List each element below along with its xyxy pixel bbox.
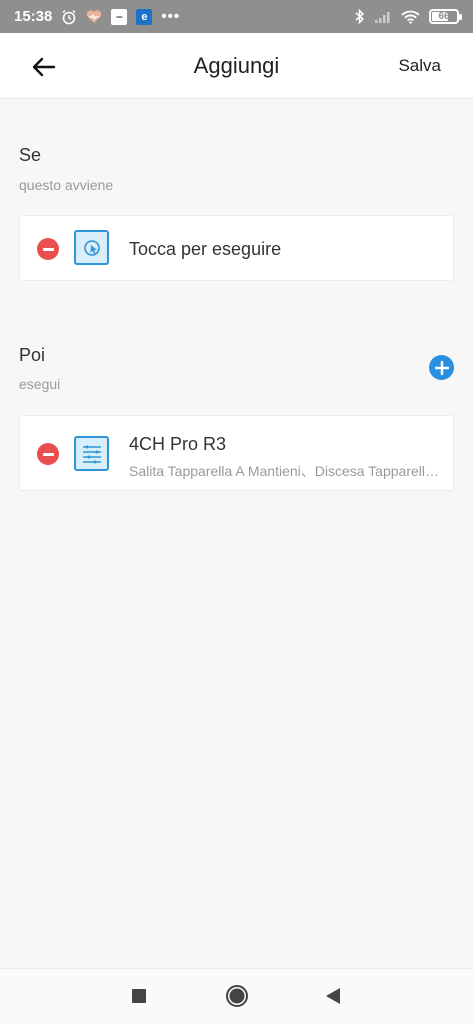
nav-back-button[interactable] (322, 985, 344, 1007)
then-section-subtitle: esegui (19, 376, 61, 392)
status-time: 15:38 (14, 8, 53, 25)
app-header: Aggiungi Salva (0, 33, 473, 99)
recent-apps-icon (132, 989, 146, 1003)
home-icon (226, 985, 248, 1007)
action-card[interactable]: 4CH Pro R3 Salita Tapparella A Mantieni、… (19, 415, 454, 491)
battery-icon: 66 (429, 9, 462, 24)
bluetooth-icon (355, 9, 365, 24)
recent-apps-button[interactable] (128, 985, 150, 1007)
wifi-icon (401, 10, 420, 24)
action-title: 4CH Pro R3 (129, 434, 227, 454)
system-nav-bar (0, 968, 473, 1024)
action-subtitle: Salita Tapparella A Mantieni、Discesa Tap… (129, 463, 439, 479)
tap-to-run-icon (74, 230, 109, 265)
alarm-icon (61, 9, 77, 25)
home-button[interactable] (224, 983, 250, 1009)
more-dots-icon: ••• (161, 8, 181, 25)
back-icon (326, 988, 340, 1004)
status-bar: 15:38 ▬ e ••• 66 (0, 0, 473, 33)
then-section-title: Poi (19, 345, 46, 365)
device-4ch-icon (74, 436, 109, 471)
heart-icon (86, 9, 102, 24)
battery-level: 66 (438, 11, 450, 22)
signal-icon (374, 10, 392, 24)
if-section-title: Se (19, 145, 42, 165)
add-action-button[interactable] (429, 355, 454, 380)
status-left: 15:38 ▬ e ••• (14, 8, 180, 25)
add-circle-icon (434, 360, 449, 375)
app-icon: ▬ (111, 8, 128, 25)
status-right: 66 (355, 9, 462, 24)
condition-card[interactable]: Tocca per eseguire (19, 215, 454, 281)
if-section-subtitle: questo avviene (19, 177, 114, 193)
remove-action-button[interactable] (37, 443, 59, 465)
edge-icon: e (136, 8, 153, 25)
save-button[interactable]: Salva (398, 56, 441, 76)
remove-condition-button[interactable] (37, 238, 59, 260)
condition-label: Tocca per eseguire (129, 239, 282, 259)
